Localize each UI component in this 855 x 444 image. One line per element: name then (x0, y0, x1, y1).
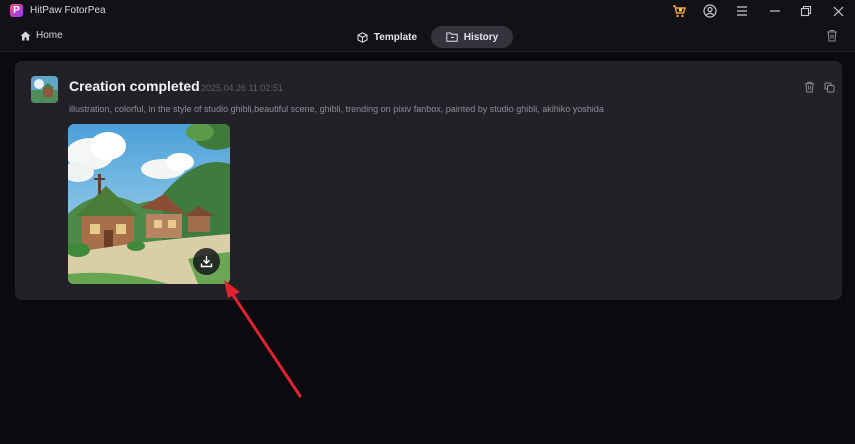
tab-template-label: Template (373, 31, 418, 43)
nav-bar: Home Template History (0, 22, 855, 52)
clear-history-trash-icon[interactable] (826, 29, 840, 43)
close-icon[interactable] (830, 3, 846, 19)
account-icon[interactable] (702, 3, 718, 19)
folder-icon (446, 32, 458, 42)
tab-history-label: History (463, 31, 499, 43)
minimize-icon[interactable] (767, 3, 783, 19)
menu-icon[interactable] (734, 3, 750, 19)
download-button[interactable] (193, 248, 220, 275)
creation-title: Creation completed (69, 78, 200, 94)
home-label: Home (36, 30, 63, 41)
creation-timestamp: 2025.04.26 11:02:51 (201, 83, 283, 93)
cube-icon (357, 31, 368, 43)
title-bar: P HitPaw FotorPea (0, 0, 855, 22)
app-logo-icon: P (10, 4, 23, 17)
home-icon (20, 31, 31, 40)
cart-icon[interactable] (671, 3, 687, 19)
download-icon (200, 256, 213, 268)
creation-thumbnail (31, 76, 58, 103)
creation-prompt: illustration, colorful, in the style of … (69, 104, 604, 114)
app-title: HitPaw FotorPea (30, 5, 106, 16)
tab-template[interactable]: Template (348, 26, 426, 48)
restore-icon[interactable] (798, 3, 814, 19)
creation-card: Creation completed 2025.04.26 11:02:51 i… (15, 61, 842, 300)
copy-icon[interactable] (824, 80, 836, 93)
tab-history[interactable]: History (431, 26, 513, 48)
generated-image[interactable] (68, 124, 230, 284)
delete-trash-icon[interactable] (804, 80, 816, 93)
home-button[interactable]: Home (20, 30, 63, 41)
